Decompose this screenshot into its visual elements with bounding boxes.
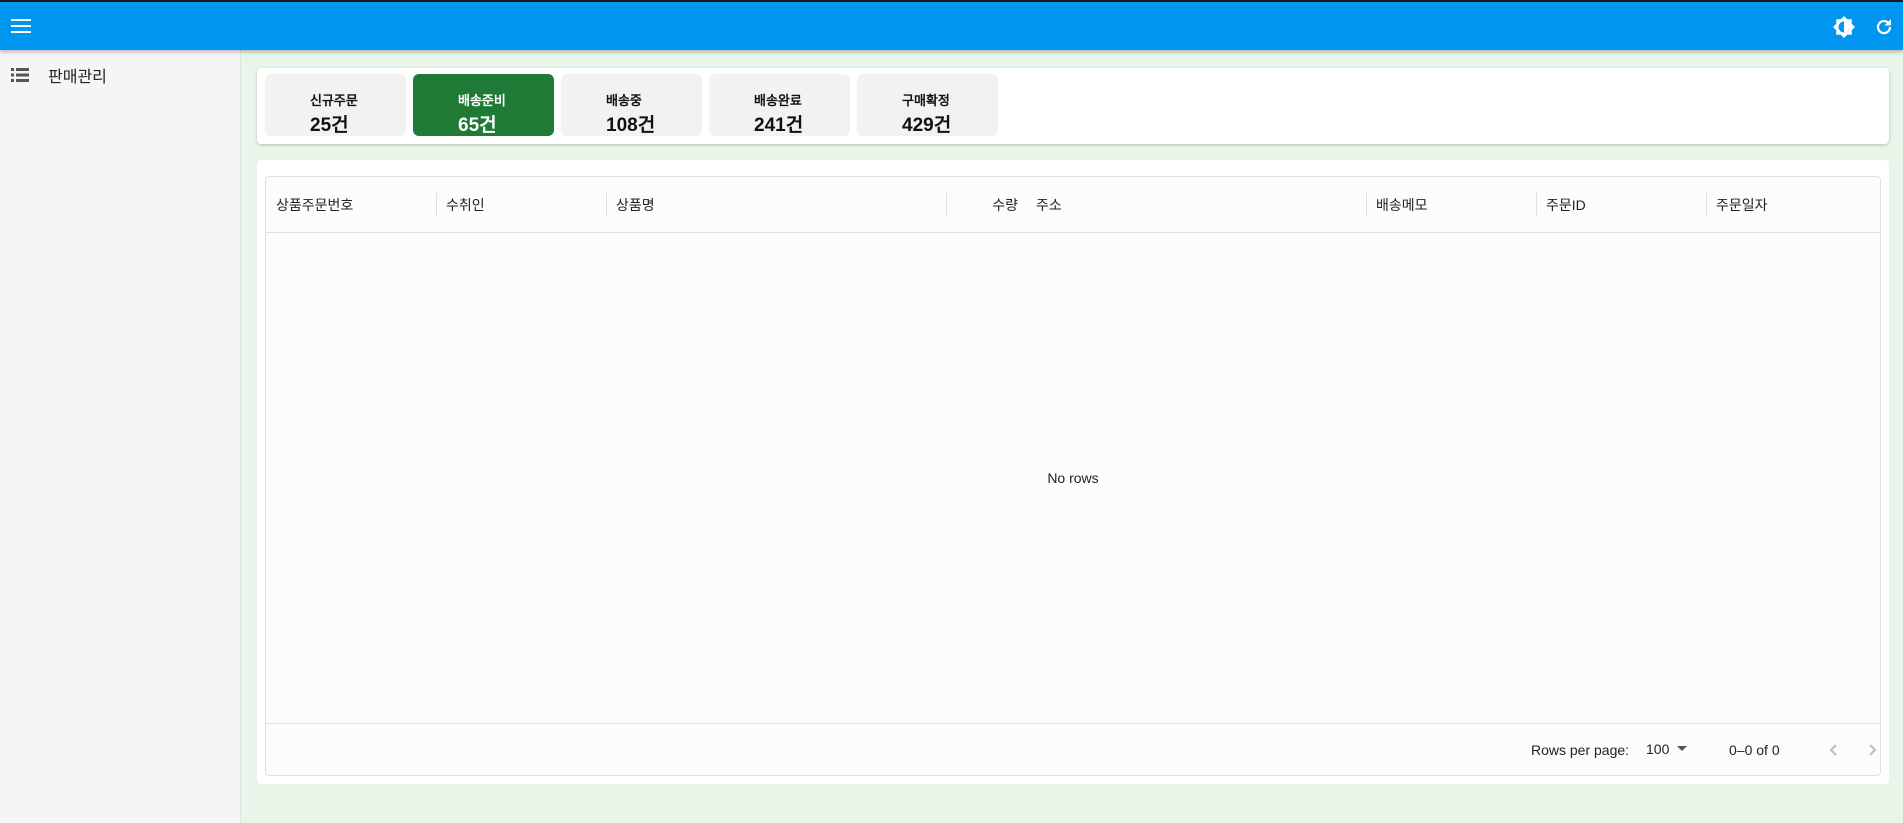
- rows-per-page-select[interactable]: 100: [1646, 736, 1696, 762]
- next-page-icon[interactable]: [1860, 737, 1886, 763]
- hamburger-menu-icon[interactable]: [6, 11, 36, 41]
- pagination-range: 0–0 of 0: [1729, 742, 1780, 758]
- status-card-count: 241건: [754, 115, 804, 136]
- sidebar-item-label: 판매관리: [48, 69, 107, 86]
- status-card-count: 108건: [606, 115, 656, 136]
- status-card-label: 신규주문: [310, 93, 358, 108]
- column-header-product-name[interactable]: 상품명: [606, 177, 946, 233]
- column-header-recipient[interactable]: 수취인: [436, 177, 606, 233]
- order-status-panel: 신규주문 25건 배송준비 65건 배송중 108건 배송완료 241건 구매확…: [257, 68, 1889, 144]
- previous-page-icon[interactable]: [1820, 737, 1846, 763]
- status-card-label: 배송준비: [458, 93, 506, 108]
- status-card-count: 25건: [310, 115, 349, 136]
- status-card-count: 65건: [458, 115, 497, 136]
- orders-grid-panel: 상품주문번호 수취인 상품명 수량 주소 배송메모 주문ID 주문일자 No r…: [257, 160, 1889, 784]
- column-header-product-order-number[interactable]: 상품주문번호: [266, 177, 436, 233]
- brightness-icon[interactable]: [1829, 12, 1859, 42]
- column-header-quantity[interactable]: 수량: [946, 177, 1026, 233]
- sidebar: 판매관리: [0, 50, 241, 823]
- status-card-label: 배송완료: [754, 93, 802, 108]
- column-header-address[interactable]: 주소: [1026, 177, 1366, 233]
- orders-data-grid: 상품주문번호 수취인 상품명 수량 주소 배송메모 주문ID 주문일자 No r…: [265, 176, 1881, 776]
- grid-empty-message: No rows: [1047, 470, 1099, 486]
- app-bar: [0, 0, 1903, 50]
- column-header-order-id[interactable]: 주문ID: [1536, 177, 1706, 233]
- status-card-label: 배송중: [606, 93, 642, 108]
- status-card-shipping[interactable]: 배송중 108건: [561, 74, 702, 136]
- caret-down-icon: [1677, 746, 1688, 752]
- status-card-new-order[interactable]: 신규주문 25건: [265, 74, 406, 136]
- grid-header: 상품주문번호 수취인 상품명 수량 주소 배송메모 주문ID 주문일자: [266, 177, 1880, 233]
- rows-per-page-value: 100: [1646, 741, 1670, 757]
- status-card-purchase-confirmed[interactable]: 구매확정 429건: [857, 74, 998, 136]
- status-card-delivered[interactable]: 배송완료 241건: [709, 74, 850, 136]
- sidebar-item-sales-management[interactable]: 판매관리: [0, 60, 241, 90]
- grid-footer: Rows per page: 100 0–0 of 0: [266, 723, 1880, 775]
- list-icon: [11, 65, 31, 85]
- rows-per-page-label: Rows per page:: [1531, 742, 1630, 758]
- refresh-icon[interactable]: [1869, 12, 1899, 42]
- status-card-ready-to-ship[interactable]: 배송준비 65건: [413, 74, 554, 136]
- status-card-count: 429건: [902, 115, 952, 136]
- column-header-order-date[interactable]: 주문일자: [1706, 177, 1880, 233]
- status-card-label: 구매확정: [902, 93, 950, 108]
- column-header-delivery-memo[interactable]: 배송메모: [1366, 177, 1536, 233]
